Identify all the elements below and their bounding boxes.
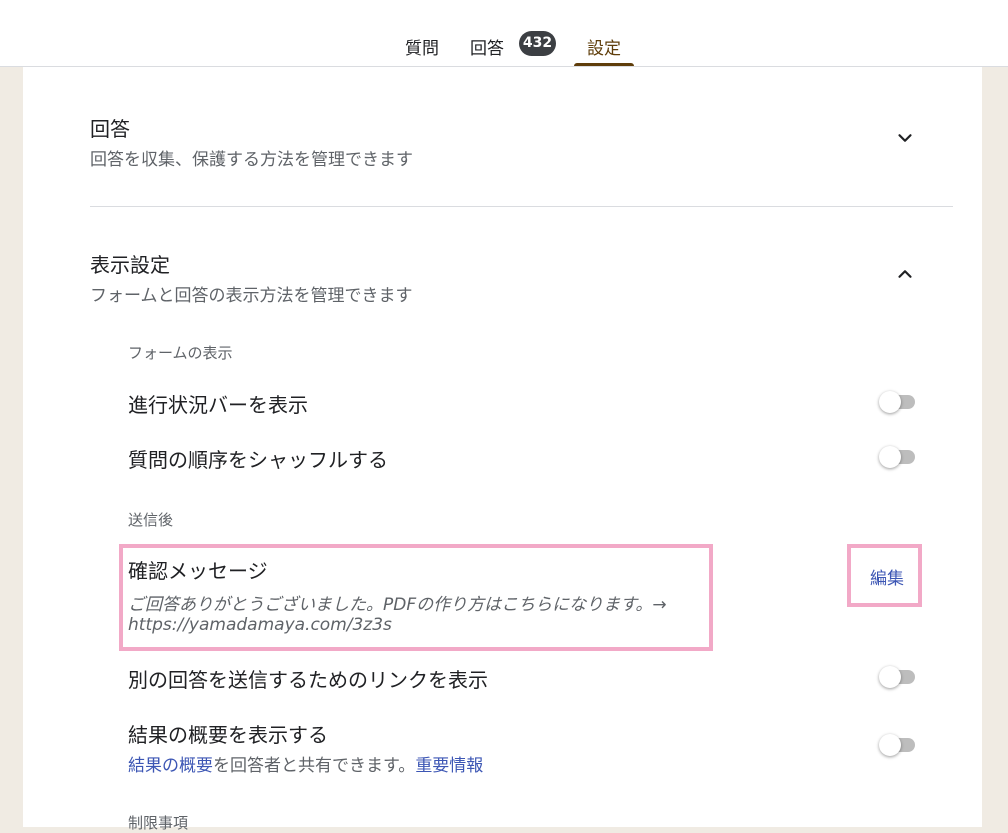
settings-card: 回答 回答を収集、保護する方法を管理できます 表示設定 フォームと回答の表示方法… [23, 67, 982, 832]
confirmation-message-line2: https://yamadamaya.com/3z3s [128, 615, 392, 635]
edit-confirmation-button[interactable]: 編集 [870, 564, 904, 589]
presentation-section-title: 表示設定 [90, 253, 170, 277]
another-response-toggle[interactable] [879, 665, 915, 688]
after-submit-heading: 送信後 [128, 511, 174, 529]
responses-count-badge: 432 [519, 31, 556, 56]
top-tab-bar: 質問 回答 432 設定 [0, 0, 1008, 67]
chevron-down-icon[interactable] [894, 127, 916, 149]
important-info-link[interactable]: 重要情報 [415, 756, 483, 776]
another-response-label: 別の回答を送信するためのリンクを表示 [128, 668, 488, 692]
tab-settings[interactable]: 設定 [587, 34, 621, 59]
responses-section-description: 回答を収集、保護する方法を管理できます [90, 150, 413, 170]
results-summary-toggle[interactable] [879, 733, 915, 756]
chevron-up-icon[interactable] [894, 263, 916, 285]
progress-bar-label: 進行状況バーを表示 [128, 393, 308, 417]
confirmation-message-title: 確認メッセージ [128, 559, 268, 583]
toggle-knob [879, 446, 901, 468]
results-summary-description: 結果の概要を回答者と共有できます。重要情報 [128, 751, 483, 776]
active-tab-indicator [574, 63, 634, 66]
toggle-knob [879, 666, 901, 688]
shuffle-questions-label: 質問の順序をシャッフルする [128, 448, 388, 472]
form-display-heading: フォームの表示 [128, 344, 233, 362]
results-summary-desc-text: を回答者と共有できます。 [213, 756, 416, 776]
responses-section-header[interactable]: 回答 回答を収集、保護する方法を管理できます [90, 112, 953, 172]
toggle-knob [879, 391, 901, 413]
tab-questions[interactable]: 質問 [405, 34, 439, 59]
results-summary-link[interactable]: 結果の概要 [128, 756, 213, 776]
tab-responses[interactable]: 回答 [470, 34, 504, 59]
shuffle-questions-toggle[interactable] [879, 445, 915, 468]
progress-bar-toggle[interactable] [879, 390, 915, 413]
confirmation-message-line1: ご回答ありがとうございました。PDFの作り方はこちらになります。→ [128, 595, 667, 615]
restrictions-heading: 制限事項 [128, 814, 189, 832]
presentation-section-header[interactable]: 表示設定 フォームと回答の表示方法を管理できます [90, 248, 953, 308]
section-divider [90, 206, 953, 207]
results-summary-label: 結果の概要を表示する [128, 723, 328, 747]
presentation-section-description: フォームと回答の表示方法を管理できます [90, 286, 413, 306]
responses-section-title: 回答 [90, 117, 130, 141]
toggle-knob [879, 734, 901, 756]
